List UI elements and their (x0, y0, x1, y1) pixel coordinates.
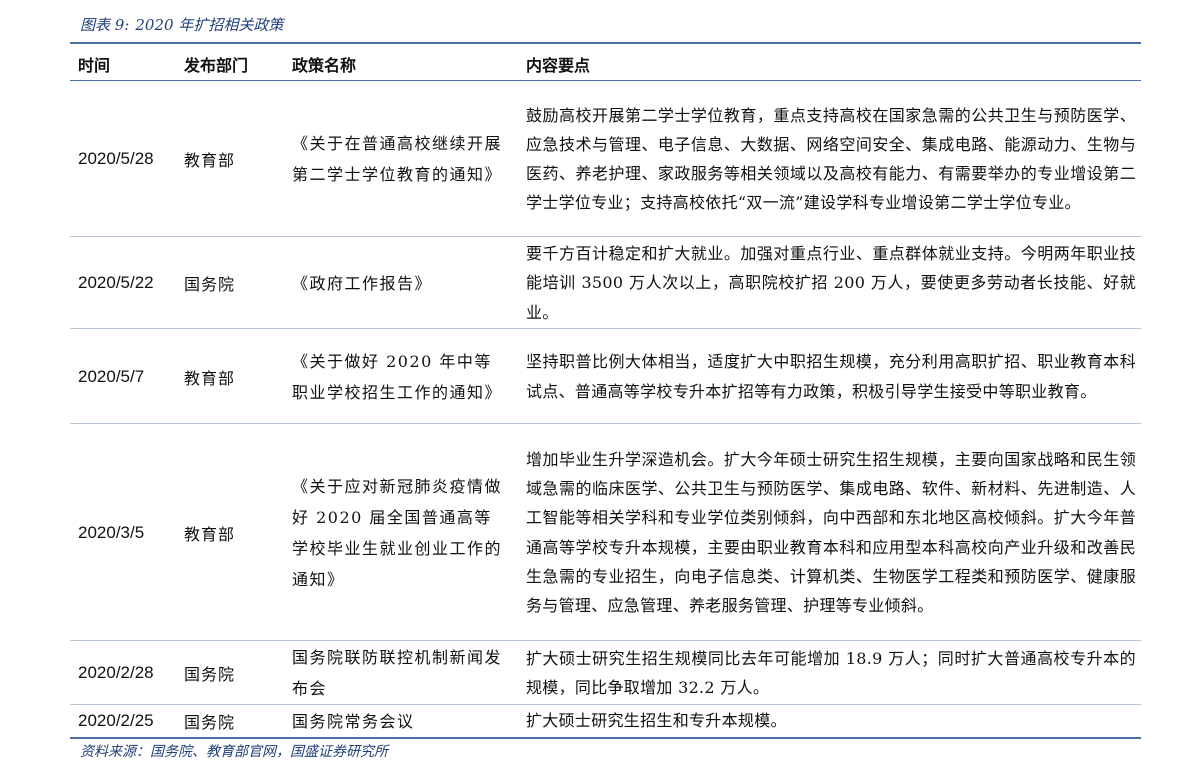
table-row: 2020/5/28 教育部 《关于在普通高校继续开展第二学士学位教育的通知》 鼓… (70, 81, 1141, 237)
row-content: 扩大硕士研究生招生和专升本规模。 (526, 705, 1136, 737)
row-dept: 国务院 (184, 275, 236, 294)
row-content-text: 要千方百计稳定和扩大就业。加强对重点行业、重点群体就业支持。今明两年职业技能培训… (526, 244, 1136, 322)
header-content: 内容要点 (526, 56, 591, 75)
table-row: 2020/3/5 教育部 《关于应对新冠肺炎疫情做好 2020 届全国普通高等学… (70, 424, 1141, 641)
row-content-text: 扩大硕士研究生招生规模同比去年可能增加 18.9 万人；同时扩大普通高校专升本的… (526, 648, 1136, 697)
table-bottom-rule (70, 737, 1141, 739)
row-policy: 国务院联防联控机制新闻发布会 (292, 641, 506, 705)
row-content-text: 扩大硕士研究生招生和专升本规模。 (526, 711, 787, 731)
row-dept: 教育部 (184, 524, 236, 544)
row-policy: 《关于应对新冠肺炎疫情做好 2020 届全国普通高等学校毕业生就业创业工作的通知… (292, 424, 506, 641)
row-date: 2020/2/25 (78, 711, 154, 730)
row-dept: 教育部 (184, 368, 236, 388)
caption-title: 2020 年扩招相关政策 (135, 16, 284, 34)
table-header: 时间 发布部门 政策名称 内容要点 (70, 44, 1141, 80)
table-row: 2020/5/7 教育部 《关于做好 2020 年中等职业学校招生工作的通知》 … (70, 329, 1141, 424)
caption-label: 图表 9: (80, 16, 130, 34)
row-date: 2020/5/28 (78, 149, 154, 168)
source-note: 资料来源：国务院、教育部官网，国盛证券研究所 (80, 744, 388, 760)
header-policy: 政策名称 (292, 56, 357, 75)
row-content: 增加毕业生升学深造机会。扩大今年硕士研究生招生规模，主要向国家战略和民生领域急需… (526, 424, 1136, 641)
row-policy-text: 国务院联防联控机制新闻发布会 (292, 648, 503, 698)
header-dept: 发布部门 (184, 56, 249, 75)
row-content-text: 鼓励高校开展第二学士学位教育，重点支持高校在国家急需的公共卫生与预防医学、应急技… (526, 105, 1136, 213)
row-dept: 国务院 (184, 665, 236, 684)
header-time: 时间 (78, 56, 111, 75)
figure-caption: 图表 9: 2020 年扩招相关政策 (80, 14, 289, 35)
row-dept: 教育部 (184, 151, 236, 170)
table-row: 2020/5/22 国务院 《政府工作报告》 要千方百计稳定和扩大就业。加强对重… (70, 237, 1141, 329)
table-row: 2020/2/25 国务院 国务院常务会议 扩大硕士研究生招生和专升本规模。 (70, 705, 1141, 737)
row-content: 坚持职普比例大体相当，适度扩大中职招生规模，充分利用高职扩招、职业教育本科试点、… (526, 329, 1136, 424)
row-policy-text: 《关于在普通高校继续开展第二学士学位教育的通知》 (292, 134, 503, 184)
row-date: 2020/5/22 (78, 273, 154, 292)
row-date: 2020/2/28 (78, 663, 154, 682)
table-row: 2020/2/28 国务院 国务院联防联控机制新闻发布会 扩大硕士研究生招生规模… (70, 641, 1141, 705)
row-policy-text: 《政府工作报告》 (292, 273, 433, 293)
row-date: 2020/5/7 (78, 366, 145, 386)
row-content: 要千方百计稳定和扩大就业。加强对重点行业、重点群体就业支持。今明两年职业技能培训… (526, 237, 1136, 329)
row-date: 2020/3/5 (78, 522, 145, 542)
row-policy-text: 《关于应对新冠肺炎疫情做好 2020 届全国普通高等学校毕业生就业创业工作的通知… (292, 476, 503, 589)
row-content: 扩大硕士研究生招生规模同比去年可能增加 18.9 万人；同时扩大普通高校专升本的… (526, 641, 1136, 705)
row-content-text: 坚持职普比例大体相当，适度扩大中职招生规模，充分利用高职扩招、职业教育本科试点、… (526, 352, 1136, 401)
row-policy: 《政府工作报告》 (292, 237, 506, 329)
row-content: 鼓励高校开展第二学士学位教育，重点支持高校在国家急需的公共卫生与预防医学、应急技… (526, 81, 1136, 237)
row-policy: 国务院常务会议 (292, 705, 506, 737)
row-policy-text: 《关于做好 2020 年中等职业学校招生工作的通知》 (292, 351, 503, 402)
row-content-text: 增加毕业生升学深造机会。扩大今年硕士研究生招生规模，主要向国家战略和民生领域急需… (526, 449, 1136, 615)
row-policy-text: 国务院常务会议 (292, 711, 415, 731)
row-policy: 《关于在普通高校继续开展第二学士学位教育的通知》 (292, 81, 506, 237)
row-dept: 国务院 (184, 713, 236, 732)
row-policy: 《关于做好 2020 年中等职业学校招生工作的通知》 (292, 329, 506, 424)
